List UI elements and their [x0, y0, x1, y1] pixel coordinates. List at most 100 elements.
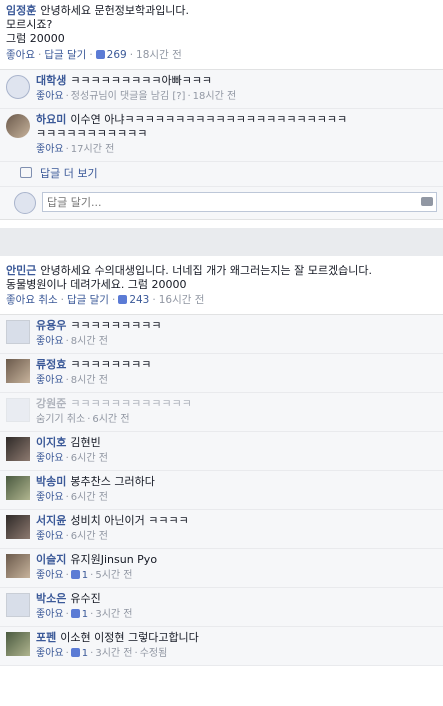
comment-timestamp[interactable]: 6시간 전 — [71, 531, 108, 542]
avatar[interactable] — [6, 632, 30, 656]
post-1-text: 임정훈 안녕하세요 문헌정보학과입니다. 모르시죠? 그럼 20000 — [0, 4, 443, 46]
like-button[interactable]: 좋아요 — [6, 49, 35, 61]
comment-author[interactable]: 포펜 — [36, 631, 56, 644]
comment-like-button[interactable]: 좋아요 — [36, 336, 64, 347]
camera-icon[interactable] — [421, 197, 433, 206]
comment-timestamp[interactable]: 6시간 전 — [71, 492, 108, 503]
comment-reply-note: 정성규님이 댓글을 남김 — [70, 91, 170, 102]
comment-timestamp[interactable]: 6시간 전 — [92, 414, 129, 425]
avatar[interactable] — [6, 437, 30, 461]
comment-timestamp[interactable]: 17시간 전 — [71, 144, 115, 155]
comment-text: 유지원Jinsun Pyo — [70, 553, 158, 566]
comment-like-button[interactable]: 좋아요 — [36, 648, 64, 659]
post-2-author[interactable]: 안민근 — [6, 264, 36, 277]
post-1-author[interactable]: 임정훈 — [6, 4, 36, 17]
like-icon — [70, 648, 80, 657]
comment-like-button[interactable]: 좋아요 — [36, 453, 64, 464]
comment: 유용우 ㅋㅋㅋㅋㅋㅋㅋㅋㅋ 좋아요 · 8시간 전 — [0, 315, 443, 354]
comment-timestamp[interactable]: 8시간 전 — [71, 336, 108, 347]
comment-text: ㅋㅋㅋㅋㅋㅋㅋㅋㅋ — [70, 319, 162, 332]
like-icon — [95, 50, 105, 59]
comment-text-cont: ㅋㅋㅋㅋㅋㅋㅋㅋㅋㅋㅋ — [36, 127, 148, 140]
like-count[interactable]: 269 — [107, 49, 127, 61]
like-icon — [70, 570, 80, 579]
comment-author[interactable]: 이슬지 — [36, 553, 66, 566]
comment-author[interactable]: 이지호 — [36, 436, 66, 449]
post-2-line-1: 안녕하세요 수의대생입니다. 너네집 개가 왜그러는지는 잘 모르겠습니다. — [40, 264, 372, 277]
comment-like-button[interactable]: 좋아요 — [36, 91, 64, 102]
avatar — [14, 192, 36, 214]
post-2-actions: 좋아요 취소 · 답글 달기 · 243 · 16시간 전 — [6, 294, 205, 306]
comment-like-count[interactable]: 1 — [82, 609, 88, 620]
avatar[interactable] — [6, 515, 30, 539]
comment-timestamp[interactable]: 8시간 전 — [71, 375, 108, 386]
reply-button[interactable]: 답글 달기 — [67, 294, 109, 306]
comment-text: 성비치 아닌이거 ㅋㅋㅋㅋ — [70, 514, 189, 527]
comment-author[interactable]: 강원준 — [36, 397, 66, 410]
comment-like-count[interactable]: 1 — [82, 648, 88, 659]
comment-author[interactable]: 서지윤 — [36, 514, 66, 527]
comment-author[interactable]: 하요미 — [36, 113, 66, 126]
like-icon — [70, 609, 80, 618]
more-replies-link[interactable]: 답글 더 보기 — [0, 162, 443, 187]
avatar[interactable] — [6, 75, 30, 99]
post-1-actions: 좋아요 · 답글 달기 · 269 · 18시간 전 — [6, 49, 182, 61]
comment-timestamp[interactable]: 5시간 전 — [95, 570, 132, 581]
avatar[interactable] — [6, 593, 30, 617]
avatar[interactable] — [6, 320, 30, 344]
post-1-line-3: 그럼 20000 — [6, 32, 65, 45]
comment-author[interactable]: 류정효 — [36, 358, 66, 371]
comment-like-button[interactable]: 좋아요 — [36, 609, 64, 620]
comment-text: 유수진 — [70, 592, 101, 605]
unhide-button[interactable]: 숨기기 취소 — [36, 414, 85, 425]
post-2: 안민근 안녕하세요 수의대생입니다. 너네집 개가 왜그러는지는 잘 모르겠습니다… — [0, 256, 443, 666]
avatar[interactable] — [6, 476, 30, 500]
comment-text: ㅋㅋㅋㅋㅋㅋㅋㅋㅋㅋㅋㅋ — [70, 397, 192, 410]
post-divider — [0, 228, 443, 256]
unlike-button[interactable]: 좋아요 취소 — [6, 294, 58, 306]
comment-text: 이소현 이정현 그렇다고합니다 — [60, 631, 199, 644]
reply-input[interactable] — [42, 192, 437, 212]
post-2-text: 안민근 안녕하세요 수의대생입니다. 너네집 개가 왜그러는지는 잘 모르겠습니다… — [0, 256, 443, 292]
comment-like-button[interactable]: 좋아요 — [36, 531, 64, 542]
comment-author[interactable]: 박소은 — [36, 592, 66, 605]
post-1-line-1: 안녕하세요 문헌정보학과입니다. — [40, 4, 190, 17]
comment-author[interactable]: 박송미 — [36, 475, 66, 488]
comment: 하요미 이수연 아냐ㅋㅋㅋㅋㅋㅋㅋㅋㅋㅋㅋㅋㅋㅋㅋㅋㅋㅋㅋㅋㅋㅋ ㅋㅋㅋㅋㅋㅋㅋㅋ… — [0, 109, 443, 162]
reply-icon — [20, 167, 32, 178]
comment-text: 이수연 아냐ㅋㅋㅋㅋㅋㅋㅋㅋㅋㅋㅋㅋㅋㅋㅋㅋㅋㅋㅋㅋㅋㅋ — [70, 113, 348, 126]
post-1: 임정훈 안녕하세요 문헌정보학과입니다. 모르시죠? 그럼 20000 좋아요 · 답… — [0, 4, 443, 220]
comment-like-button[interactable]: 좋아요 — [36, 570, 64, 581]
avatar[interactable] — [6, 554, 30, 578]
comment-like-count[interactable]: 1 — [82, 570, 88, 581]
like-count[interactable]: 243 — [129, 294, 149, 306]
comment: 서지윤 성비치 아닌이거 ㅋㅋㅋㅋ 좋아요 · 6시간 전 — [0, 510, 443, 549]
edited-label[interactable]: 수정됨 — [140, 648, 168, 659]
comment-text: ㅋㅋㅋㅋㅋㅋㅋㅋㅋ아빠ㅋㅋㅋ — [70, 74, 213, 87]
timestamp[interactable]: 16시간 전 — [159, 294, 205, 306]
post-1-comments: 대학생 ㅋㅋㅋㅋㅋㅋㅋㅋㅋ아빠ㅋㅋㅋ 좋아요 · 정성규님이 댓글을 남김 [?] · 1… — [0, 69, 443, 220]
comment: 이지호 김현빈 좋아요 · 6시간 전 — [0, 432, 443, 471]
comment-text: ㅋㅋㅋㅋㅋㅋㅋㅋ — [70, 358, 152, 371]
comment-text: 김현빈 — [70, 436, 101, 449]
help-link[interactable]: [?] — [172, 91, 185, 102]
avatar[interactable] — [6, 114, 30, 138]
more-replies-label: 답글 더 보기 — [40, 167, 98, 180]
avatar[interactable] — [6, 359, 30, 383]
avatar[interactable] — [6, 398, 30, 422]
comment-author[interactable]: 대학생 — [36, 74, 66, 87]
comment-like-button[interactable]: 좋아요 — [36, 375, 64, 386]
like-icon — [118, 295, 128, 304]
timestamp[interactable]: 18시간 전 — [136, 49, 182, 61]
comment-like-button[interactable]: 좋아요 — [36, 144, 64, 155]
post-2-comments: 유용우 ㅋㅋㅋㅋㅋㅋㅋㅋㅋ 좋아요 · 8시간 전 류정효 ㅋㅋㅋㅋㅋㅋㅋㅋ 좋아요 · 8… — [0, 314, 443, 666]
comment-author[interactable]: 유용우 — [36, 319, 66, 332]
comment-timestamp[interactable]: 6시간 전 — [71, 453, 108, 464]
comment: 포펜 이소현 이정현 그렇다고합니다 좋아요 · 1 · 3시간 전 · 수정됨 — [0, 627, 443, 666]
post-2-line-2: 동물병원이나 데려가세요. 그럼 20000 — [6, 278, 187, 291]
reply-button[interactable]: 답글 달기 — [44, 49, 86, 61]
comment-timestamp[interactable]: 3시간 전 — [95, 648, 132, 659]
comment-timestamp[interactable]: 3시간 전 — [95, 609, 132, 620]
comment-like-button[interactable]: 좋아요 — [36, 492, 64, 503]
comment-timestamp[interactable]: 18시간 전 — [193, 91, 237, 102]
